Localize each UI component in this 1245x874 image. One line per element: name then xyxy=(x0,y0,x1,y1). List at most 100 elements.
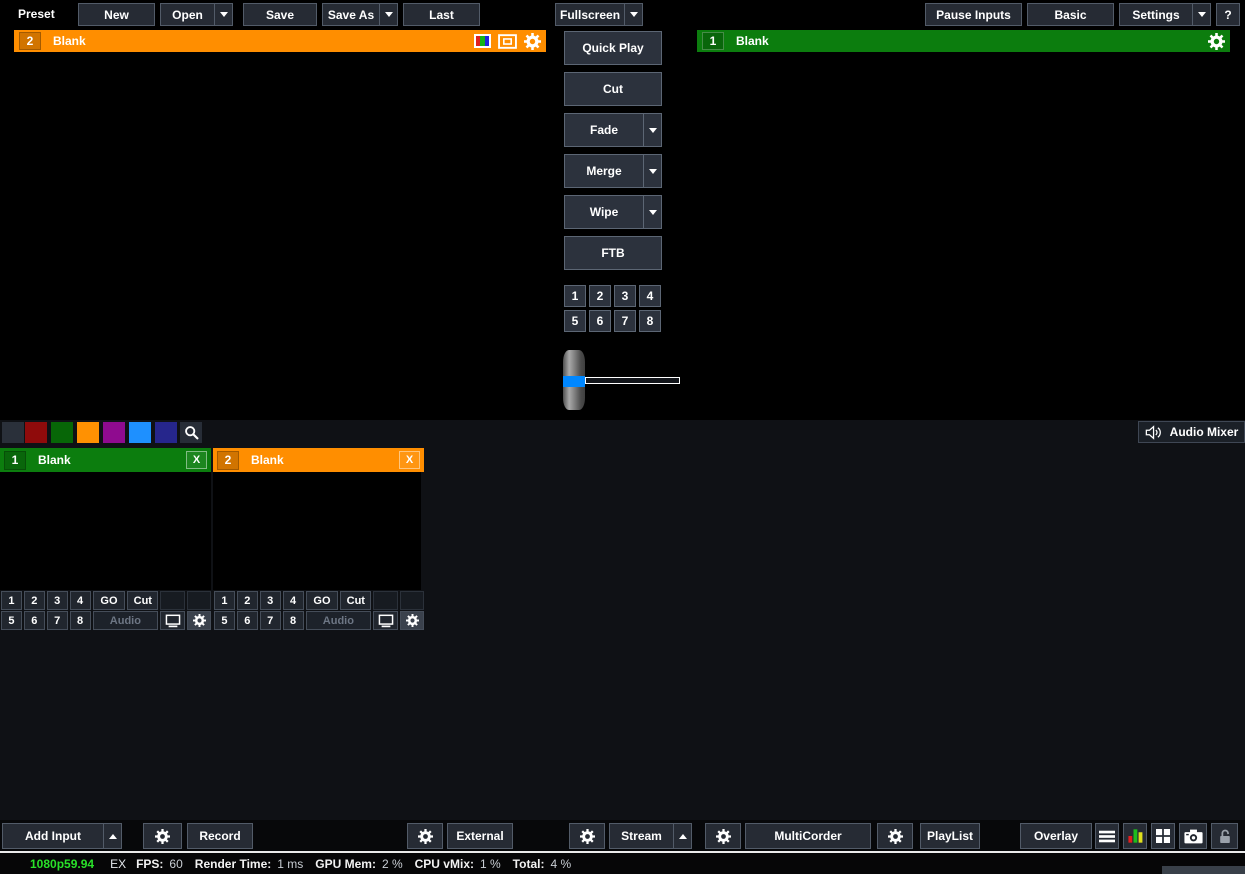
position-button-5[interactable]: 5 xyxy=(214,611,235,630)
basic-button[interactable]: Basic xyxy=(1027,3,1114,26)
audio-meter-button[interactable] xyxy=(1123,823,1147,849)
position-button-1[interactable]: 1 xyxy=(1,591,22,610)
save-button[interactable]: Save xyxy=(243,3,317,26)
external-button[interactable]: External xyxy=(447,823,513,849)
save-as-dropdown[interactable] xyxy=(379,4,397,25)
open-dropdown[interactable] xyxy=(214,4,232,25)
fullscreen-output-button[interactable] xyxy=(373,611,398,630)
menu-button[interactable] xyxy=(1095,823,1119,849)
stream-button[interactable]: Stream xyxy=(609,823,692,849)
search-button[interactable] xyxy=(180,422,202,443)
settings-button[interactable]: Settings xyxy=(1119,3,1211,26)
go-button[interactable]: GO xyxy=(306,591,339,610)
quick-number-1[interactable]: 1 xyxy=(564,285,586,307)
cut-button[interactable]: Cut xyxy=(127,591,158,610)
input-2-thumbnail[interactable] xyxy=(213,472,421,590)
quick-play-button[interactable]: Quick Play xyxy=(564,31,662,65)
wipe-dropdown[interactable] xyxy=(643,196,661,228)
input-1-thumbnail[interactable] xyxy=(0,472,211,590)
color-filter-purple[interactable] xyxy=(103,422,125,443)
position-button-4[interactable]: 4 xyxy=(70,591,91,610)
color-filter-red[interactable] xyxy=(25,422,47,443)
fullscreen-dropdown[interactable] xyxy=(624,4,642,25)
position-button-3[interactable]: 3 xyxy=(47,591,68,610)
go-button[interactable]: GO xyxy=(93,591,126,610)
resize-grip[interactable] xyxy=(1162,866,1245,874)
merge-button[interactable]: Merge xyxy=(564,154,662,188)
open-button[interactable]: Open xyxy=(160,3,233,26)
close-button[interactable]: X xyxy=(399,451,420,469)
quick-number-2[interactable]: 2 xyxy=(589,285,611,307)
pause-inputs-button[interactable]: Pause Inputs xyxy=(925,3,1022,26)
multicorder-settings-button[interactable] xyxy=(705,823,741,849)
position-button-8[interactable]: 8 xyxy=(283,611,304,630)
position-button-7[interactable]: 7 xyxy=(260,611,281,630)
position-button-1[interactable]: 1 xyxy=(214,591,235,610)
save-as-button[interactable]: Save As xyxy=(322,3,398,26)
position-button-5[interactable]: 5 xyxy=(1,611,22,630)
settings-dropdown[interactable] xyxy=(1192,4,1210,25)
gear-icon[interactable] xyxy=(524,33,541,50)
multicorder-button[interactable]: MultiCorder xyxy=(745,823,871,849)
color-filter-none[interactable] xyxy=(2,422,24,443)
external-settings-button[interactable] xyxy=(407,823,443,849)
colorbars-icon[interactable] xyxy=(474,34,491,48)
quick-number-3[interactable]: 3 xyxy=(614,285,636,307)
tbar-track[interactable] xyxy=(585,377,680,384)
position-button-2[interactable]: 2 xyxy=(24,591,45,610)
audio-button[interactable]: Audio xyxy=(93,611,159,630)
cut-button[interactable]: Cut xyxy=(564,72,662,106)
preview-video-area[interactable] xyxy=(14,52,546,352)
program-video-area[interactable] xyxy=(697,52,1230,352)
position-button-6[interactable]: 6 xyxy=(237,611,258,630)
gear-icon[interactable] xyxy=(1208,33,1225,50)
wipe-button[interactable]: Wipe xyxy=(564,195,662,229)
audio-button[interactable]: Audio xyxy=(306,611,372,630)
add-input-dropdown[interactable] xyxy=(103,824,121,848)
stream-settings-button[interactable] xyxy=(569,823,605,849)
color-filter-navy[interactable] xyxy=(155,422,177,443)
position-button-6[interactable]: 6 xyxy=(24,611,45,630)
quick-number-6[interactable]: 6 xyxy=(589,310,611,332)
input-settings-button[interactable] xyxy=(400,611,424,630)
position-button-3[interactable]: 3 xyxy=(260,591,281,610)
new-button[interactable]: New xyxy=(78,3,155,26)
ftb-button[interactable]: FTB xyxy=(564,236,662,270)
fullscreen-button[interactable]: Fullscreen xyxy=(555,3,643,26)
merge-dropdown[interactable] xyxy=(643,155,661,187)
color-filter-blue[interactable] xyxy=(129,422,151,443)
fullscreen-monitor-icon[interactable] xyxy=(498,34,517,49)
add-input-button[interactable]: Add Input xyxy=(2,823,122,849)
input-settings-button[interactable] xyxy=(187,611,211,630)
stream-dropdown[interactable] xyxy=(673,824,691,848)
audio-mixer-button[interactable]: Audio Mixer xyxy=(1138,421,1245,443)
quick-number-7[interactable]: 7 xyxy=(614,310,636,332)
fade-dropdown[interactable] xyxy=(643,114,661,146)
quick-number-8[interactable]: 8 xyxy=(639,310,661,332)
position-button-4[interactable]: 4 xyxy=(283,591,304,610)
close-button[interactable]: X xyxy=(186,451,207,469)
last-button[interactable]: Last xyxy=(403,3,480,26)
overlay-button[interactable]: Overlay xyxy=(1020,823,1092,849)
tbar-handle[interactable] xyxy=(563,350,585,410)
cut-button[interactable]: Cut xyxy=(340,591,371,610)
input-2-titlebar[interactable]: 2 Blank X xyxy=(213,448,424,472)
fade-button[interactable]: Fade xyxy=(564,113,662,147)
quick-number-4[interactable]: 4 xyxy=(639,285,661,307)
multiview-button[interactable] xyxy=(1151,823,1175,849)
color-filter-orange[interactable] xyxy=(77,422,99,443)
input-1-titlebar[interactable]: 1 Blank X xyxy=(0,448,211,472)
position-button-7[interactable]: 7 xyxy=(47,611,68,630)
quick-number-5[interactable]: 5 xyxy=(564,310,586,332)
position-button-8[interactable]: 8 xyxy=(70,611,91,630)
record-button[interactable]: Record xyxy=(187,823,253,849)
fullscreen-output-button[interactable] xyxy=(160,611,185,630)
playlist-button[interactable]: PlayList xyxy=(920,823,980,849)
snapshot-button[interactable] xyxy=(1179,823,1207,849)
color-filter-green[interactable] xyxy=(51,422,73,443)
record-settings-button[interactable] xyxy=(143,823,182,849)
lock-button[interactable] xyxy=(1211,823,1238,849)
help-button[interactable]: ? xyxy=(1216,3,1240,26)
playlist-settings-button[interactable] xyxy=(877,823,913,849)
position-button-2[interactable]: 2 xyxy=(237,591,258,610)
